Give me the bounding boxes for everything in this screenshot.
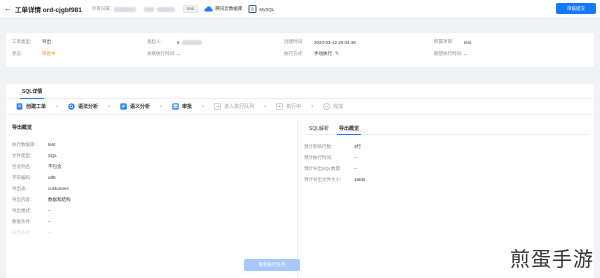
- env-tag: test: [183, 5, 199, 13]
- step-approval: 审批: [172, 103, 192, 110]
- chevron-right-icon: ›: [108, 103, 111, 110]
- field-data-condition: 数据条件: --: [12, 218, 51, 225]
- rerun-task-button[interactable]: 重新执行任务: [244, 259, 300, 271]
- edit-icon[interactable]: ✎: [335, 51, 339, 57]
- owner-meta: [144, 6, 176, 12]
- back-arrow-icon[interactable]: ←: [4, 4, 12, 14]
- queue-icon: [214, 103, 221, 110]
- document-icon: [16, 103, 23, 110]
- tab-sql-detail[interactable]: SQL详情: [16, 88, 48, 99]
- ticket-info-card: 工单类型: 导出 发起人: 6 创建时间: 2024-03-12 20:04:46 所…: [6, 33, 594, 67]
- svg-text:R: R: [251, 7, 254, 12]
- info-exec-mode: 执行方式: 手动执行 ✎: [284, 51, 340, 57]
- detail-tabs: SQL详情: [6, 84, 594, 99]
- submit-review-button[interactable]: 审核提交: [556, 3, 596, 14]
- ticket-info-grid: 工单类型: 导出 发起人: 6 创建时间: 2024-03-12 20:04:46 所…: [12, 39, 588, 57]
- field-export-table: 导出表: customers: [12, 185, 69, 192]
- info-created-time: 创建时间: 2024-03-12 20:04:46: [284, 39, 356, 45]
- page-title: 工单详情 ord-cjgbf981: [15, 7, 82, 14]
- detail-panes: 导出概览 执行数据库: test 文件类型: SQL 包含列名: 不包含 字符编码: u…: [6, 120, 594, 278]
- workflow-steps: 创建工单 › 语法分析 › 语义分析 › 审批 › 进入执行队列 › 执行中 ›: [6, 99, 594, 115]
- step-done: 完成: [323, 103, 343, 110]
- project-label: 项目归属:: [91, 6, 112, 11]
- db-type: R MySQL: [248, 5, 274, 13]
- magnifier-icon: [68, 103, 75, 110]
- info-expected-time: 期望执行时间: --: [434, 51, 467, 57]
- field-exec-db: 执行数据库: test: [12, 141, 56, 148]
- tab-export-overview[interactable]: 导出概览: [334, 125, 364, 135]
- cloud-source: 腾讯云数据库: [204, 5, 242, 13]
- chevron-right-icon: ›: [202, 103, 205, 110]
- field-sql-count: 预计导出SQL数量: --: [304, 165, 357, 172]
- top-header: ← 工单详情 ord-cjgbf981 项目归属: test 腾讯云数据库 R …: [0, 0, 600, 19]
- step-syntax: 语法分析: [68, 103, 98, 110]
- step-create: 创建工单: [16, 103, 46, 110]
- redacted-project: [114, 6, 137, 12]
- approval-icon: [172, 103, 179, 110]
- redacted-initiator: [181, 39, 202, 45]
- cloud-icon: [204, 6, 213, 12]
- db-name: MySQL: [259, 6, 275, 12]
- field-export-format: 导出格式: --: [12, 207, 51, 214]
- list-icon: [120, 103, 127, 110]
- info-linked-time: 关联执行时间: --: [147, 51, 180, 57]
- step-semantic: 语义分析: [120, 103, 150, 110]
- info-status: 状态: 审批中: [12, 51, 56, 56]
- field-est-time: 预计执行时间: --: [304, 154, 357, 161]
- redacted-label: [144, 6, 155, 12]
- field-column-names: 包含列名: 不包含: [12, 163, 62, 169]
- field-affected-rows: 预计影响行数: 3行: [304, 143, 362, 149]
- chevron-right-icon: ›: [311, 103, 314, 110]
- field-file-type: 文件类型: SQL: [12, 152, 58, 159]
- redacted-owner: [157, 6, 176, 12]
- mysql-icon: R: [248, 5, 257, 13]
- export-overview-pane: 导出概览 执行数据库: test 文件类型: SQL 包含列名: 不包含 字符编码: u…: [6, 120, 298, 278]
- info-ticket-type: 工单类型: 导出: [12, 39, 51, 44]
- status-badge: 审批中: [42, 51, 56, 56]
- field-file-size: 预计导出文件大小: 16KB: [304, 176, 366, 183]
- info-project: 所属项目: test: [434, 39, 472, 45]
- sql-detail-card: SQL详情 创建工单 › 语法分析 › 语义分析 › 审批 › 进入执行队列 ›: [6, 84, 594, 278]
- chevron-right-icon: ›: [160, 103, 163, 110]
- play-icon: [276, 103, 283, 110]
- field-encoding: 字符编码: utf8: [12, 174, 56, 181]
- field-export-content: 导出内容: 数据和结构: [12, 196, 71, 202]
- project-meta: 项目归属:: [91, 6, 137, 12]
- export-overview-title: 导出概览: [12, 125, 33, 131]
- tab-sql-parse[interactable]: SQL解析: [304, 125, 334, 134]
- chevron-right-icon: ›: [56, 103, 59, 110]
- step-queue: 进入执行队列: [214, 103, 254, 110]
- chevron-right-icon: ›: [264, 103, 267, 110]
- field-export-condition: 导出条件: --: [12, 229, 51, 236]
- step-executing: 执行中: [276, 103, 301, 110]
- analysis-tabs: SQL解析 导出概览: [304, 124, 588, 135]
- check-circle-icon: [323, 103, 330, 110]
- watermark-text: 煎蛋手游: [510, 247, 594, 271]
- info-initiator: 发起人: 6: [147, 39, 284, 45]
- cloud-name: 腾讯云数据库: [215, 6, 243, 11]
